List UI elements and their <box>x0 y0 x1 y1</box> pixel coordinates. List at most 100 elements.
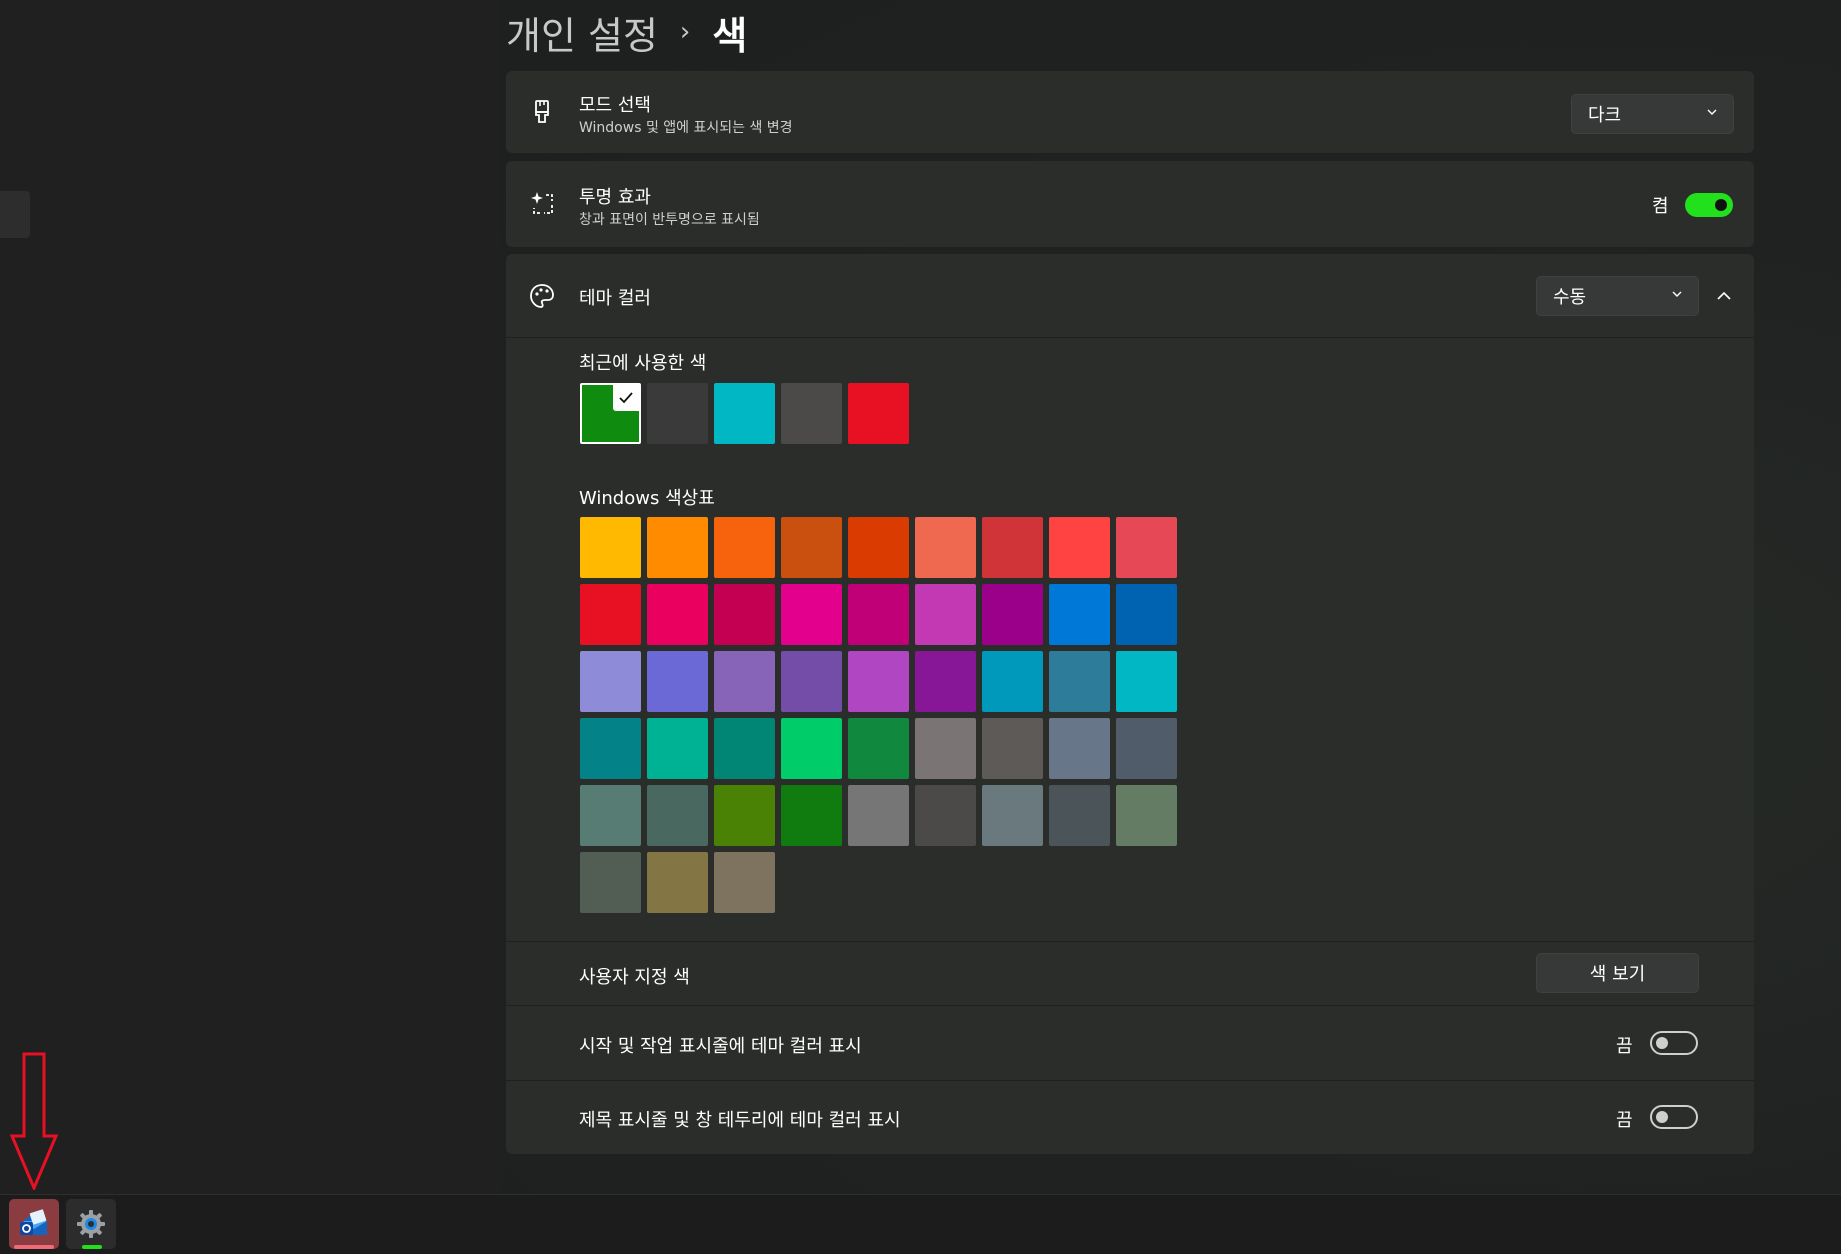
palette-color-swatch[interactable] <box>1116 517 1177 578</box>
palette-color-swatch[interactable] <box>647 785 708 846</box>
palette-color-swatch[interactable] <box>982 785 1043 846</box>
taskbar-settings-button[interactable] <box>66 1199 116 1249</box>
palette-icon <box>530 284 554 308</box>
transparency-subtitle: 창과 표면이 반투명으로 표시됨 <box>579 212 760 228</box>
windows-palette-label: Windows 색상표 <box>579 488 715 509</box>
recent-colors-label: 최근에 사용한 색 <box>579 353 707 374</box>
outlook-active-indicator <box>14 1245 54 1249</box>
recent-color-swatch[interactable] <box>580 383 641 444</box>
transparency-title: 투명 효과 <box>579 187 651 208</box>
recent-color-swatch[interactable] <box>714 383 775 444</box>
palette-color-swatch[interactable] <box>848 517 909 578</box>
transparency-state-label: 켬 <box>1652 196 1669 217</box>
palette-color-swatch[interactable] <box>580 651 641 712</box>
palette-color-swatch[interactable] <box>1049 651 1110 712</box>
annotation-down-arrow-icon <box>10 1052 58 1190</box>
view-colors-button[interactable]: 색 보기 <box>1536 953 1699 993</box>
chevron-down-icon <box>1707 109 1717 115</box>
mode-dropdown[interactable]: 다크 <box>1571 94 1734 134</box>
chevron-down-icon <box>1672 291 1682 297</box>
palette-color-swatch[interactable] <box>848 651 909 712</box>
palette-color-swatch[interactable] <box>915 718 976 779</box>
transparency-card: 투명 효과 창과 표면이 반투명으로 표시됨 <box>506 161 1754 247</box>
palette-color-swatch[interactable] <box>1049 785 1110 846</box>
palette-color-swatch[interactable] <box>647 852 708 913</box>
breadcrumb-parent[interactable]: 개인 설정 <box>506 5 658 60</box>
theme-color-header-divider <box>506 337 1754 338</box>
palette-color-swatch[interactable] <box>982 584 1043 645</box>
theme-color-dropdown[interactable]: 수동 <box>1536 276 1699 316</box>
palette-color-swatch[interactable] <box>915 785 976 846</box>
palette-color-swatch[interactable] <box>647 651 708 712</box>
nav-selected-item[interactable] <box>0 191 30 238</box>
recent-color-swatch[interactable] <box>848 383 909 444</box>
palette-color-swatch[interactable] <box>1116 584 1177 645</box>
palette-color-swatch[interactable] <box>982 651 1043 712</box>
palette-color-swatch[interactable] <box>915 517 976 578</box>
taskbar-outlook-button[interactable] <box>9 1199 59 1249</box>
mode-card: 모드 선택 Windows 및 앱에 표시되는 색 변경 <box>506 71 1754 153</box>
palette-color-swatch[interactable] <box>580 584 641 645</box>
settings-gear-icon <box>77 1210 105 1238</box>
palette-color-swatch[interactable] <box>647 718 708 779</box>
start-taskbar-divider <box>506 1005 1754 1006</box>
palette-color-swatch[interactable] <box>714 517 775 578</box>
palette-color-swatch[interactable] <box>1116 651 1177 712</box>
custom-color-divider <box>506 941 1754 942</box>
brush-icon <box>535 100 549 123</box>
page-title: 색 <box>712 13 748 58</box>
transparency-toggle[interactable] <box>1685 193 1733 217</box>
recent-color-swatch[interactable] <box>781 383 842 444</box>
palette-color-swatch[interactable] <box>580 718 641 779</box>
start-taskbar-state-label: 끔 <box>1616 1036 1633 1057</box>
palette-color-swatch[interactable] <box>982 517 1043 578</box>
settings-running-indicator <box>82 1245 102 1249</box>
palette-color-swatch[interactable] <box>580 517 641 578</box>
palette-color-swatch[interactable] <box>848 584 909 645</box>
navigation-pane <box>0 0 500 1194</box>
palette-color-swatch[interactable] <box>1049 718 1110 779</box>
start-taskbar-accent-label: 시작 및 작업 표시줄에 테마 컬러 표시 <box>579 1036 862 1057</box>
palette-color-swatch[interactable] <box>580 785 641 846</box>
outlook-mail-icon <box>20 1209 47 1235</box>
palette-color-swatch[interactable] <box>714 785 775 846</box>
title-bars-accent-toggle[interactable] <box>1650 1105 1698 1129</box>
title-bars-state-label: 끔 <box>1616 1110 1633 1131</box>
palette-color-swatch[interactable] <box>1116 785 1177 846</box>
recent-colors-grid <box>580 383 909 444</box>
palette-color-swatch[interactable] <box>915 651 976 712</box>
palette-color-swatch[interactable] <box>647 584 708 645</box>
title-bars-accent-label: 제목 표시줄 및 창 테두리에 테마 컬러 표시 <box>579 1110 901 1131</box>
palette-color-swatch[interactable] <box>714 584 775 645</box>
transparency-sparkle-icon <box>531 192 553 214</box>
palette-color-swatch[interactable] <box>647 517 708 578</box>
breadcrumb-separator: › <box>679 17 691 47</box>
palette-color-swatch[interactable] <box>714 852 775 913</box>
palette-color-swatch[interactable] <box>1049 584 1110 645</box>
title-bars-divider <box>506 1080 1754 1081</box>
start-taskbar-accent-toggle[interactable] <box>1650 1031 1698 1055</box>
palette-color-swatch[interactable] <box>1116 718 1177 779</box>
palette-color-swatch[interactable] <box>982 718 1043 779</box>
palette-color-swatch[interactable] <box>781 517 842 578</box>
mode-title: 모드 선택 <box>579 95 651 116</box>
palette-color-swatch[interactable] <box>580 852 641 913</box>
palette-color-swatch[interactable] <box>1049 517 1110 578</box>
recent-color-swatch[interactable] <box>647 383 708 444</box>
mode-dropdown-value: 다크 <box>1588 105 1622 126</box>
theme-color-title: 테마 컬러 <box>579 288 651 309</box>
palette-color-swatch[interactable] <box>915 584 976 645</box>
palette-color-swatch[interactable] <box>781 584 842 645</box>
checkmark-icon <box>613 385 639 411</box>
windows-palette-grid <box>580 517 1177 913</box>
palette-color-swatch[interactable] <box>781 718 842 779</box>
palette-color-swatch[interactable] <box>714 718 775 779</box>
collapse-chevron-up-icon[interactable] <box>1714 287 1734 305</box>
palette-color-swatch[interactable] <box>848 718 909 779</box>
palette-color-swatch[interactable] <box>848 785 909 846</box>
theme-color-dropdown-value: 수동 <box>1553 287 1587 308</box>
palette-color-swatch[interactable] <box>781 651 842 712</box>
breadcrumb: 개인 설정 › 색 <box>506 4 747 60</box>
palette-color-swatch[interactable] <box>714 651 775 712</box>
palette-color-swatch[interactable] <box>781 785 842 846</box>
